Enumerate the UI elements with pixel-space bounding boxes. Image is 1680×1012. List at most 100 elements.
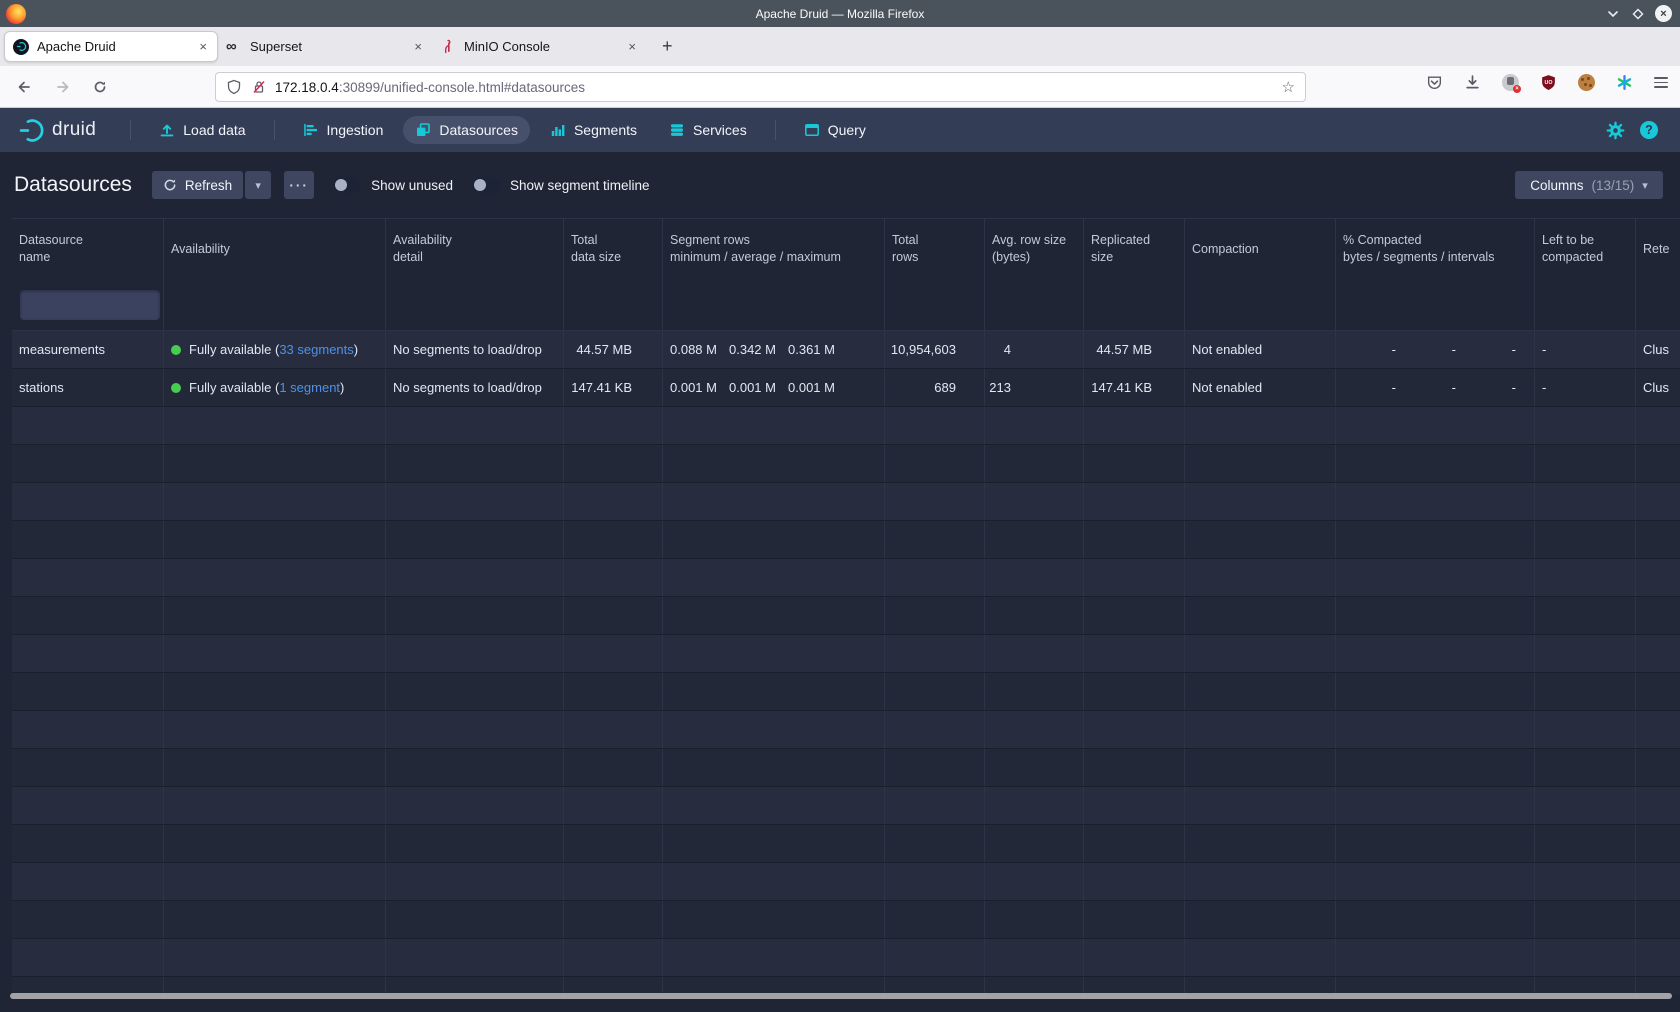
nav-item-services[interactable]: Services — [657, 116, 759, 144]
column-header-replicated-size[interactable]: Replicatedsize — [1084, 219, 1185, 279]
refresh-button[interactable]: Refresh — [152, 171, 243, 199]
empty-cell — [564, 407, 663, 444]
datasource-name-filter-input[interactable] — [20, 290, 160, 320]
segments-link[interactable]: 1 segment — [279, 380, 340, 395]
empty-row — [12, 939, 1680, 977]
segments-link[interactable]: 33 segments — [279, 342, 353, 357]
empty-cell — [164, 483, 386, 520]
empty-cell — [1336, 445, 1535, 482]
column-header-compaction[interactable]: Compaction — [1185, 219, 1336, 279]
empty-cell — [1636, 597, 1680, 634]
column-header-left-to-be-compacted[interactable]: Left to becompacted — [1535, 219, 1636, 279]
bookmark-star-icon[interactable]: ☆ — [1282, 78, 1295, 96]
window-title: Apache Druid — Mozilla Firefox — [0, 7, 1680, 21]
url-bar[interactable]: 172.18.0.4:30899/unified-console.html#da… — [215, 72, 1306, 102]
empty-cell — [12, 521, 164, 558]
column-header-total-data-size[interactable]: Totaldata size — [564, 219, 663, 279]
empty-cell — [663, 863, 885, 900]
reload-button[interactable] — [92, 79, 108, 95]
empty-cell — [1185, 521, 1336, 558]
empty-cell — [12, 901, 164, 938]
replicated-size-cell: 44.57 MB — [1084, 331, 1185, 368]
tab-close-icon[interactable]: × — [626, 39, 638, 54]
empty-cell — [1084, 825, 1185, 862]
new-tab-button[interactable]: + — [656, 36, 679, 57]
datasource-row[interactable]: stations Fully available (1 segment) No … — [12, 369, 1680, 407]
empty-cell — [885, 407, 985, 444]
empty-cell — [12, 483, 164, 520]
empty-cell — [164, 711, 386, 748]
empty-cell — [1535, 977, 1636, 994]
show-unused-toggle[interactable] — [333, 177, 361, 193]
empty-cell — [1636, 635, 1680, 672]
ublock-icon[interactable]: UO — [1540, 74, 1557, 91]
empty-row — [12, 901, 1680, 939]
column-header-segment-rows[interactable]: Segment rowsminimum / average / maximum — [663, 219, 885, 279]
column-header-availability[interactable]: Availability — [164, 219, 386, 279]
nav-item-segments[interactable]: Segments — [538, 116, 649, 144]
extension-icon[interactable]: × — [1502, 74, 1519, 91]
help-icon[interactable]: ? — [1640, 121, 1658, 139]
empty-cell — [663, 407, 885, 444]
tab-close-icon[interactable]: × — [412, 39, 424, 54]
more-actions-button[interactable]: ··· — [284, 171, 314, 199]
column-header-total-rows[interactable]: Totalrows — [885, 219, 985, 279]
empty-cell — [663, 901, 885, 938]
nav-item-label: Load data — [183, 122, 245, 138]
refresh-dropdown-caret[interactable]: ▾ — [245, 171, 271, 199]
datasource-row[interactable]: measurements Fully available (33 segment… — [12, 331, 1680, 369]
pocket-icon[interactable] — [1426, 74, 1443, 91]
browser-tab-bar: Apache Druid × ∞ Superset × MinIO Consol… — [0, 27, 1680, 66]
page-title: Datasources — [14, 173, 132, 197]
empty-cell — [985, 825, 1084, 862]
window-maximize-icon[interactable] — [1630, 6, 1646, 22]
menu-hamburger-icon[interactable] — [1654, 77, 1668, 88]
tab-minio-console[interactable]: MinIO Console × — [432, 31, 646, 62]
retention-cell: Clus — [1636, 369, 1680, 406]
tab-close-icon[interactable]: × — [197, 39, 209, 54]
column-header-availability-detail[interactable]: Availabilitydetail — [386, 219, 564, 279]
empty-row — [12, 483, 1680, 521]
empty-cell — [1535, 559, 1636, 596]
window-close-icon[interactable]: × — [1655, 5, 1672, 22]
empty-cell — [1636, 825, 1680, 862]
empty-cell — [12, 863, 164, 900]
empty-cell — [1185, 445, 1336, 482]
column-header-retention[interactable]: Rete — [1636, 219, 1680, 279]
empty-cell — [1636, 711, 1680, 748]
tab-superset[interactable]: ∞ Superset × — [218, 31, 432, 62]
empty-cell — [1185, 673, 1336, 710]
empty-cell — [1535, 863, 1636, 900]
show-segment-timeline-toggle[interactable] — [472, 177, 500, 193]
column-header-avg-row-size[interactable]: Avg. row size(bytes) — [985, 219, 1084, 279]
empty-cell — [985, 483, 1084, 520]
horizontal-scrollbar[interactable] — [10, 993, 1672, 999]
empty-cell — [564, 787, 663, 824]
empty-cell — [564, 445, 663, 482]
nav-item-load-data[interactable]: Load data — [147, 116, 257, 144]
column-header-pct-compacted[interactable]: % Compactedbytes / segments / intervals — [1336, 219, 1535, 279]
column-header-datasource-name[interactable]: Datasourcename — [12, 219, 164, 279]
empty-cell — [1084, 977, 1185, 994]
window-minimize-icon[interactable] — [1605, 6, 1621, 22]
forward-button[interactable] — [55, 79, 71, 95]
divider — [274, 120, 275, 140]
insecure-lock-icon[interactable] — [251, 79, 267, 95]
nav-item-ingestion[interactable]: Ingestion — [291, 116, 396, 144]
availability-detail-cell: No segments to load/drop — [386, 369, 564, 406]
settings-gear-icon[interactable] — [1606, 121, 1625, 140]
back-button[interactable] — [16, 79, 32, 95]
downloads-icon[interactable] — [1464, 74, 1481, 91]
empty-cell — [985, 901, 1084, 938]
availability-cell: Fully available (33 segments) — [164, 331, 386, 368]
tracking-shield-icon[interactable] — [226, 79, 242, 95]
tab-apache-druid[interactable]: Apache Druid × — [4, 31, 218, 62]
nav-item-query[interactable]: Query — [792, 116, 878, 144]
columns-button[interactable]: Columns (13/15) ▾ — [1515, 171, 1663, 199]
empty-cell — [1084, 749, 1185, 786]
empty-cell — [885, 635, 985, 672]
colorful-asterisk-icon[interactable] — [1616, 74, 1633, 91]
total-data-size-cell: 147.41 KB — [564, 369, 663, 406]
cookie-icon[interactable] — [1578, 74, 1595, 91]
nav-item-datasources[interactable]: Datasources — [403, 116, 530, 144]
